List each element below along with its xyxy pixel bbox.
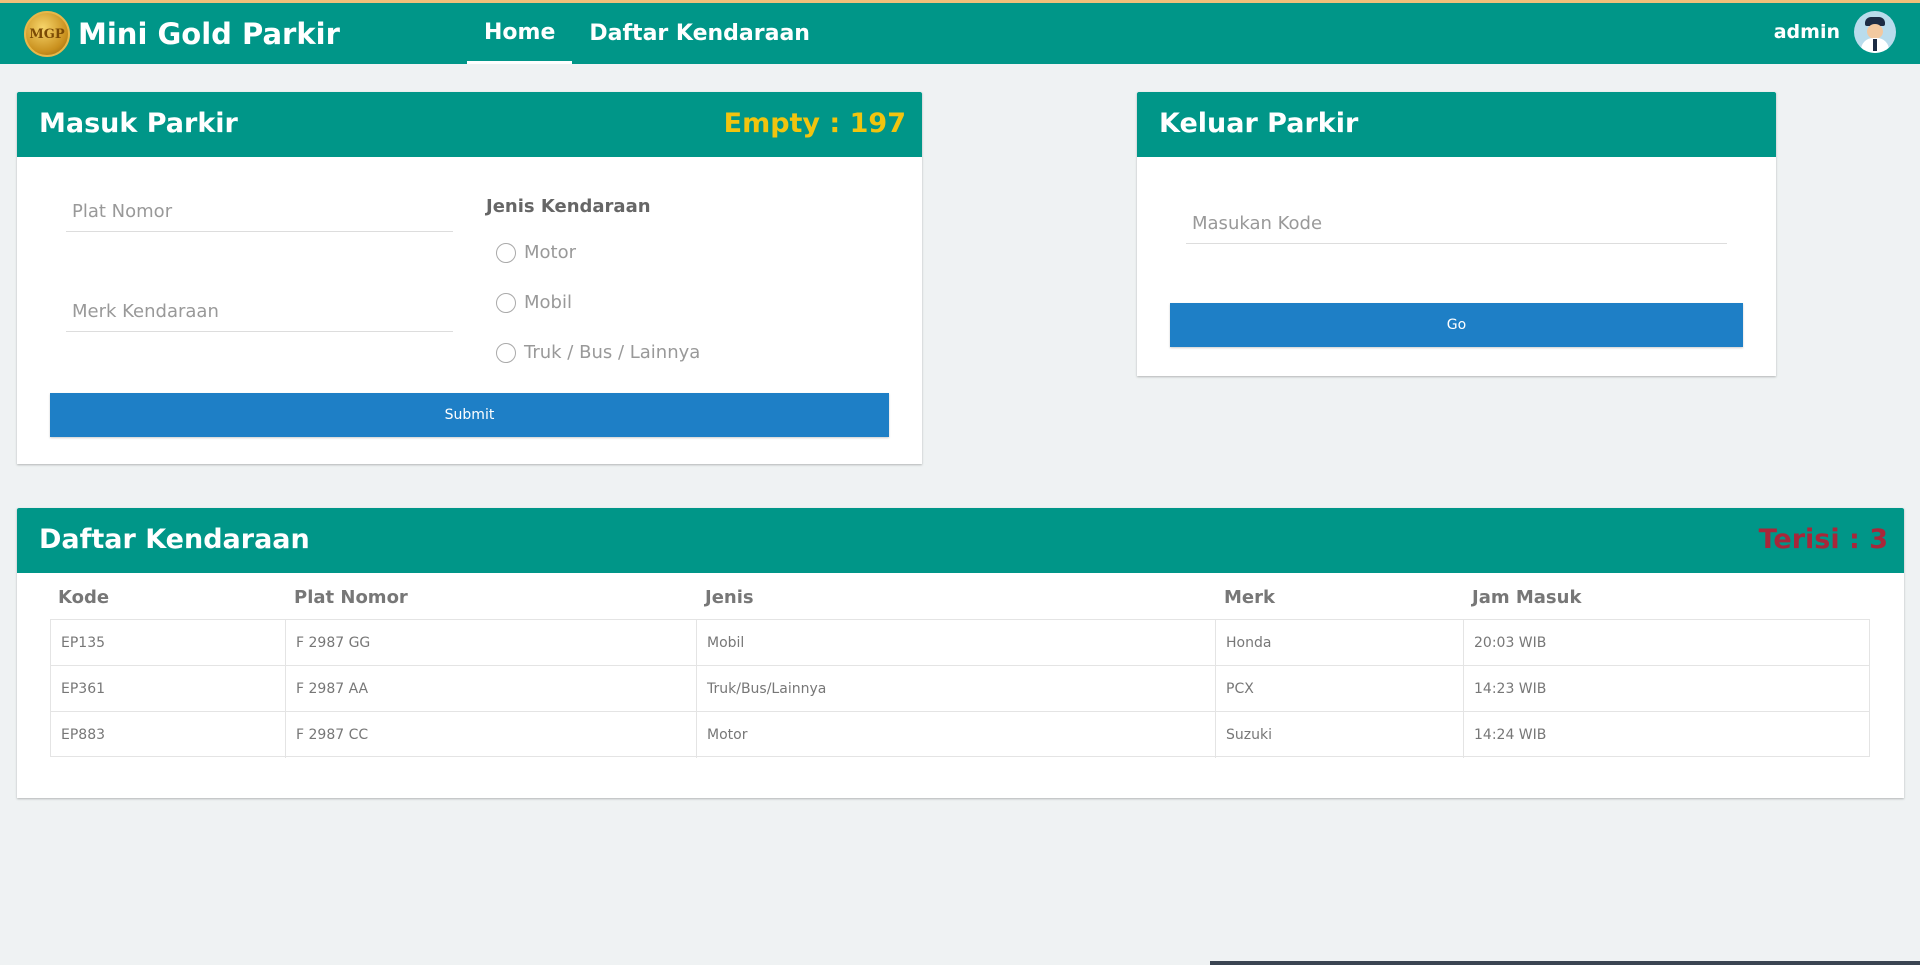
keluar-parkir-card: Keluar Parkir Go (1137, 92, 1776, 376)
gold-coin-logo-icon: MGP (24, 11, 70, 57)
radio-circle-icon[interactable] (496, 342, 516, 363)
plat-nomor-input[interactable] (66, 192, 453, 231)
bottom-edge-bar (1210, 961, 1920, 965)
kode-field[interactable] (1186, 204, 1727, 244)
terisi-count-badge: Terisi : 3 (1758, 524, 1888, 555)
column-header-jam-masuk[interactable]: Jam Masuk (1472, 587, 1581, 608)
kode-input[interactable] (1186, 204, 1727, 243)
table-header: Kode Plat Nomor Jenis Merk Jam Masuk (50, 581, 1870, 621)
radio-label[interactable]: Truk / Bus / Lainnya (524, 342, 700, 363)
cell-merk: Honda (1216, 620, 1464, 666)
cell-plat-nomor: F 2987 AA (286, 666, 697, 712)
masuk-parkir-header: Masuk Parkir Empty : 197 (17, 92, 922, 157)
top-navbar: MGP Mini Gold Parkir Home Daftar Kendara… (0, 0, 1920, 64)
avatar-icon[interactable] (1854, 11, 1896, 53)
main-nav: Home Daftar Kendaraan (467, 3, 827, 64)
column-header-plat-nomor[interactable]: Plat Nomor (294, 587, 408, 608)
masuk-parkir-card: Masuk Parkir Empty : 197 Jenis Kendaraan… (17, 92, 922, 464)
radio-truk-bus-lainnya[interactable]: Truk / Bus / Lainnya (496, 342, 700, 363)
table-row[interactable]: EP883 F 2987 CC Motor Suzuki 14:24 WIB (50, 711, 1870, 758)
radio-motor[interactable]: Motor (496, 242, 576, 263)
daftar-kendaraan-header: Daftar Kendaraan Terisi : 3 (17, 508, 1904, 573)
table-row[interactable]: EP361 F 2987 AA Truk/Bus/Lainnya PCX 14:… (50, 665, 1870, 712)
cell-jenis: Mobil (697, 620, 1216, 666)
brand[interactable]: MGP Mini Gold Parkir (24, 11, 340, 57)
cell-jenis: Motor (697, 712, 1216, 758)
cell-jam-masuk: 20:03 WIB (1474, 635, 1547, 651)
cell-kode: EP883 (51, 712, 286, 758)
cell-plat-nomor: F 2987 GG (286, 620, 697, 666)
user-menu[interactable]: admin (1774, 11, 1896, 53)
logo-text: MGP (29, 26, 65, 42)
cell-plat-nomor: F 2987 CC (286, 712, 697, 758)
cell-jenis: Truk/Bus/Lainnya (697, 666, 1216, 712)
table-row[interactable]: EP135 F 2987 GG Mobil Honda 20:03 WIB (50, 619, 1870, 666)
cell-jam-masuk: 14:24 WIB (1474, 727, 1547, 743)
cell-jam-masuk: 14:23 WIB (1474, 681, 1547, 697)
daftar-kendaraan-title: Daftar Kendaraan (39, 524, 310, 555)
nav-home[interactable]: Home (467, 3, 573, 64)
keluar-parkir-title: Keluar Parkir (1159, 108, 1359, 139)
column-header-jenis[interactable]: Jenis (705, 587, 754, 608)
radio-label[interactable]: Motor (524, 242, 576, 263)
submit-button[interactable]: Submit (50, 393, 889, 437)
go-button[interactable]: Go (1170, 303, 1743, 347)
empty-count-badge: Empty : 197 (723, 108, 906, 139)
merk-kendaraan-field[interactable] (66, 292, 453, 332)
app-title: Mini Gold Parkir (78, 17, 340, 51)
merk-kendaraan-input[interactable] (66, 292, 453, 331)
daftar-kendaraan-card: Daftar Kendaraan Terisi : 3 Kode Plat No… (17, 508, 1904, 798)
user-name[interactable]: admin (1774, 21, 1840, 43)
radio-label[interactable]: Mobil (524, 292, 572, 313)
masuk-parkir-title: Masuk Parkir (39, 108, 238, 139)
nav-daftar-kendaraan[interactable]: Daftar Kendaraan (572, 3, 827, 64)
jenis-kendaraan-label: Jenis Kendaraan (486, 196, 651, 217)
cell-kode: EP135 (51, 620, 286, 666)
column-header-kode[interactable]: Kode (58, 587, 109, 608)
radio-circle-icon[interactable] (496, 242, 516, 263)
plat-nomor-field[interactable] (66, 192, 453, 232)
radio-mobil[interactable]: Mobil (496, 292, 572, 313)
keluar-parkir-header: Keluar Parkir (1137, 92, 1776, 157)
cell-merk: PCX (1216, 666, 1464, 712)
cell-kode: EP361 (51, 666, 286, 712)
cell-merk: Suzuki (1216, 712, 1464, 758)
radio-circle-icon[interactable] (496, 292, 516, 313)
column-header-merk[interactable]: Merk (1224, 587, 1275, 608)
